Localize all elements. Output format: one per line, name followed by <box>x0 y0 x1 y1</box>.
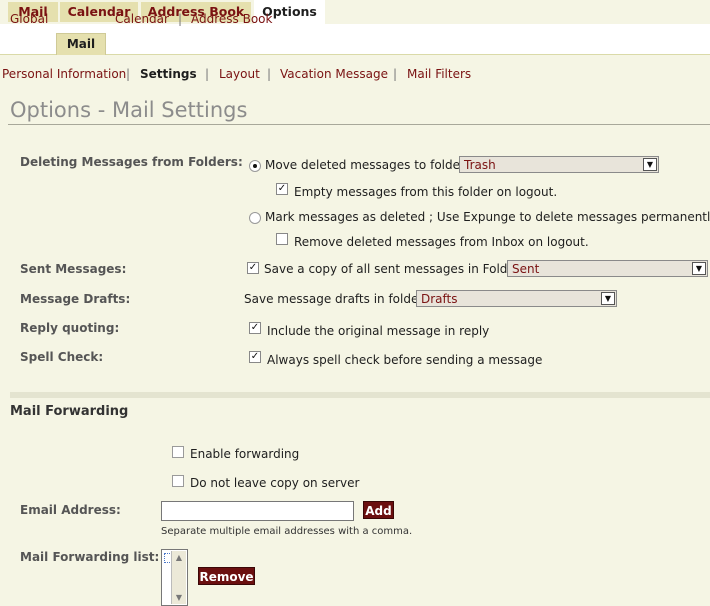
save-sent-label: Save a copy of all sent messages in Fold… <box>264 262 524 276</box>
reply-quoting-label: Reply quoting: <box>20 321 120 335</box>
radio-dot-icon <box>253 164 257 168</box>
checkmark-icon: ✓ <box>250 351 260 362</box>
trash-folder-select[interactable]: Trash ▼ <box>459 156 659 173</box>
subtab-global[interactable]: Global <box>10 12 48 26</box>
nav-separator: | <box>393 67 398 81</box>
spell-check-checkbox[interactable]: ✓ <box>249 351 261 363</box>
chevron-down-icon: ▼ <box>601 292 615 305</box>
options-category-bar <box>0 24 710 55</box>
save-sent-checkbox[interactable]: ✓ <box>247 262 259 274</box>
nav-layout[interactable]: Layout <box>219 67 260 81</box>
checkmark-icon: ✓ <box>248 262 258 273</box>
scroll-down-icon[interactable]: ▼ <box>172 591 186 604</box>
forwarding-list-label: Mail Forwarding list: <box>20 550 160 564</box>
nav-mail-filters[interactable]: Mail Filters <box>407 67 471 81</box>
nav-settings[interactable]: Settings <box>140 67 197 81</box>
sent-messages-label: Sent Messages: <box>20 262 127 276</box>
nav-separator: | <box>267 67 272 81</box>
sent-folder-select[interactable]: Sent ▼ <box>507 260 708 277</box>
mail-forwarding-heading: Mail Forwarding <box>10 404 129 419</box>
save-drafts-label: Save message drafts in folder: <box>244 292 428 306</box>
no-copy-label: Do not leave copy on server <box>190 476 360 490</box>
page-title: Options - Mail Settings <box>10 98 248 122</box>
empty-on-logout-checkbox[interactable]: ✓ <box>276 183 288 195</box>
subtab-mail[interactable]: Mail <box>56 33 106 55</box>
include-original-label: Include the original message in reply <box>267 324 490 338</box>
checkmark-icon: ✓ <box>277 183 287 194</box>
scroll-up-icon[interactable]: ▲ <box>172 551 186 564</box>
no-copy-checkbox[interactable] <box>172 475 184 487</box>
remove-on-logout-checkbox[interactable] <box>276 233 288 245</box>
chevron-down-icon: ▼ <box>643 158 657 171</box>
subtab-address-book[interactable]: Address Book <box>191 12 272 26</box>
move-deleted-label: Move deleted messages to folder: <box>265 158 469 172</box>
spell-check-text: Always spell check before sending a mess… <box>267 353 543 367</box>
spell-check-label: Spell Check: <box>20 350 104 364</box>
remove-forwarding-button[interactable]: Remove <box>198 567 255 585</box>
nav-personal-information[interactable]: Personal Information <box>2 67 126 81</box>
nav-separator: | <box>205 67 210 81</box>
nav-vacation-message[interactable]: Vacation Message <box>280 67 388 81</box>
list-scrollbar[interactable]: ▲ ▼ <box>171 551 186 604</box>
chevron-down-icon: ▼ <box>692 262 706 275</box>
drafts-folder-value: Drafts <box>421 292 458 306</box>
include-original-checkbox[interactable]: ✓ <box>249 322 261 334</box>
move-deleted-radio[interactable] <box>249 160 261 172</box>
enable-forwarding-label: Enable forwarding <box>190 447 300 461</box>
subtab-calendar[interactable]: Calendar <box>115 12 169 26</box>
deleting-messages-label: Deleting Messages from Folders: <box>20 155 243 169</box>
add-email-button[interactable]: Add <box>363 501 394 519</box>
email-address-input[interactable] <box>161 501 354 521</box>
remove-on-logout-label: Remove deleted messages from Inbox on lo… <box>294 235 589 249</box>
trash-folder-value: Trash <box>464 158 496 172</box>
email-hint-text: Separate multiple email addresses with a… <box>161 526 413 537</box>
drafts-folder-select[interactable]: Drafts ▼ <box>416 290 617 307</box>
title-divider <box>8 124 710 125</box>
top-tab-bar: Mail Calendar Address Book Options <box>0 0 710 24</box>
sent-folder-value: Sent <box>512 262 540 276</box>
message-drafts-label: Message Drafts: <box>20 292 131 306</box>
email-address-label: Email Address: <box>20 503 121 517</box>
checkmark-icon: ✓ <box>250 322 260 333</box>
empty-on-logout-label: Empty messages from this folder on logou… <box>294 185 558 199</box>
mark-deleted-label: Mark messages as deleted ; Use Expunge t… <box>265 210 710 224</box>
section-divider <box>10 392 710 398</box>
nav-separator: | <box>126 67 131 81</box>
mark-deleted-radio[interactable] <box>249 212 261 224</box>
subtab-separator: | <box>178 12 183 26</box>
enable-forwarding-checkbox[interactable] <box>172 446 184 458</box>
forwarding-list-box[interactable]: ▲ ▼ <box>161 549 188 606</box>
